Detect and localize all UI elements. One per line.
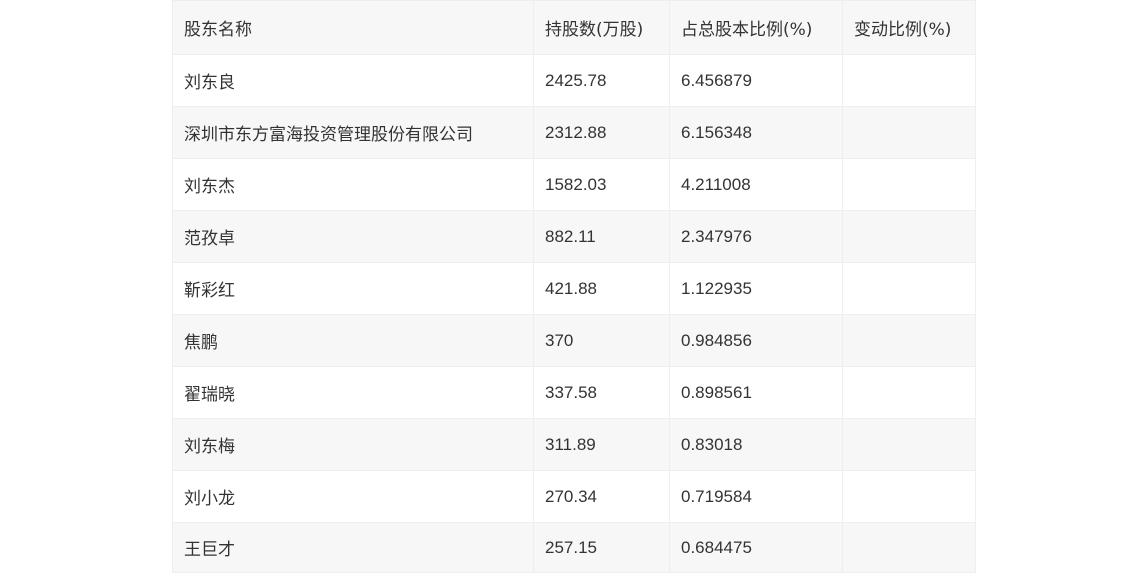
cell-change	[842, 366, 976, 419]
header-shares: 持股数(万股)	[533, 0, 670, 55]
cell-shareholder-name: 刘东杰	[172, 158, 534, 211]
cell-change	[842, 314, 976, 367]
table-row: 翟瑞晓 337.58 0.898561	[172, 366, 976, 419]
cell-shareholder-name: 刘小龙	[172, 470, 534, 523]
table-row: 焦鹏 370 0.984856	[172, 314, 976, 367]
cell-change	[842, 158, 976, 211]
cell-shares: 270.34	[533, 470, 670, 523]
header-ratio: 占总股本比例(%)	[669, 0, 843, 55]
table-row: 王巨才 257.15 0.684475	[172, 522, 976, 573]
cell-change	[842, 470, 976, 523]
cell-ratio: 0.83018	[669, 418, 843, 471]
table-row: 靳彩红 421.88 1.122935	[172, 262, 976, 315]
table-row: 刘东梅 311.89 0.83018	[172, 418, 976, 471]
shareholder-table-container: 股东名称 持股数(万股) 占总股本比例(%) 变动比例(%) 刘东良 2425.…	[172, 0, 976, 573]
cell-shareholder-name: 刘东良	[172, 54, 534, 107]
header-shareholder-name: 股东名称	[172, 0, 534, 55]
cell-shares: 370	[533, 314, 670, 367]
table-body: 刘东良 2425.78 6.456879 深圳市东方富海投资管理股份有限公司 2…	[172, 54, 976, 573]
cell-change	[842, 54, 976, 107]
cell-shareholder-name: 靳彩红	[172, 262, 534, 315]
cell-shares: 337.58	[533, 366, 670, 419]
header-change: 变动比例(%)	[842, 0, 976, 55]
cell-ratio: 2.347976	[669, 210, 843, 263]
cell-ratio: 1.122935	[669, 262, 843, 315]
table-header: 股东名称 持股数(万股) 占总股本比例(%) 变动比例(%)	[172, 0, 976, 55]
cell-ratio: 4.211008	[669, 158, 843, 211]
cell-shares: 882.11	[533, 210, 670, 263]
cell-shares: 1582.03	[533, 158, 670, 211]
cell-shareholder-name: 范孜卓	[172, 210, 534, 263]
cell-shareholder-name: 刘东梅	[172, 418, 534, 471]
cell-shares: 2425.78	[533, 54, 670, 107]
cell-shareholder-name: 焦鹏	[172, 314, 534, 367]
table-row: 范孜卓 882.11 2.347976	[172, 210, 976, 263]
cell-ratio: 0.898561	[669, 366, 843, 419]
shareholder-table: 股东名称 持股数(万股) 占总股本比例(%) 变动比例(%) 刘东良 2425.…	[172, 0, 976, 573]
header-row: 股东名称 持股数(万股) 占总股本比例(%) 变动比例(%)	[172, 0, 976, 55]
cell-shareholder-name: 深圳市东方富海投资管理股份有限公司	[172, 106, 534, 159]
table-row: 刘东杰 1582.03 4.211008	[172, 158, 976, 211]
cell-ratio: 6.156348	[669, 106, 843, 159]
cell-ratio: 0.719584	[669, 470, 843, 523]
table-row: 刘小龙 270.34 0.719584	[172, 470, 976, 523]
table-row: 深圳市东方富海投资管理股份有限公司 2312.88 6.156348	[172, 106, 976, 159]
cell-ratio: 6.456879	[669, 54, 843, 107]
cell-change	[842, 418, 976, 471]
cell-change	[842, 106, 976, 159]
cell-change	[842, 262, 976, 315]
cell-change	[842, 210, 976, 263]
cell-shares: 311.89	[533, 418, 670, 471]
cell-ratio: 0.684475	[669, 522, 843, 573]
table-row: 刘东良 2425.78 6.456879	[172, 54, 976, 107]
cell-shareholder-name: 王巨才	[172, 522, 534, 573]
cell-shares: 2312.88	[533, 106, 670, 159]
cell-ratio: 0.984856	[669, 314, 843, 367]
cell-shares: 421.88	[533, 262, 670, 315]
cell-change	[842, 522, 976, 573]
cell-shareholder-name: 翟瑞晓	[172, 366, 534, 419]
cell-shares: 257.15	[533, 522, 670, 573]
